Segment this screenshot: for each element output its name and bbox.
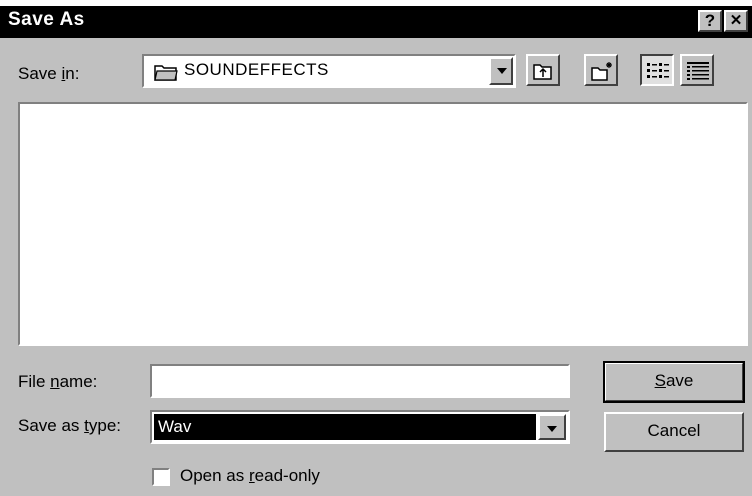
list-view-button[interactable] [640,54,674,86]
list-view-icon [647,63,669,78]
save-in-dropdown-arrow[interactable] [489,57,513,85]
save-button[interactable]: Save [603,361,745,403]
save-as-type-value: Wav [154,414,536,440]
save-in-value: SOUNDEFFECTS [184,60,329,79]
save-as-dialog: Save As ? ✕ Save in: SOUNDEFFECTS File n… [0,6,752,496]
open-read-only-label[interactable]: Open as read-only [180,466,320,486]
close-button[interactable]: ✕ [724,10,748,32]
dialog-title: Save As [8,9,85,30]
file-list-area[interactable] [18,102,748,346]
save-as-type-label: Save as type: [18,416,122,435]
file-name-input[interactable] [150,364,570,398]
save-as-type-select[interactable]: Wav [150,410,570,444]
create-new-folder-button[interactable] [584,54,618,86]
save-in-combo[interactable]: SOUNDEFFECTS [142,54,516,88]
save-as-type-dropdown-arrow[interactable] [538,414,566,440]
up-one-level-icon [533,64,552,80]
cancel-button[interactable]: Cancel [604,412,744,452]
open-read-only-checkbox[interactable] [152,468,170,486]
up-one-level-button[interactable] [526,54,560,86]
save-in-label: Save in: [18,64,80,83]
create-new-folder-icon [591,62,612,81]
folder-icon [154,65,178,81]
details-view-icon [687,62,709,80]
details-view-button[interactable] [680,54,714,86]
help-button[interactable]: ? [698,10,722,32]
file-name-label: File name: [18,372,98,391]
title-bar: Save As ? ✕ [0,6,752,38]
